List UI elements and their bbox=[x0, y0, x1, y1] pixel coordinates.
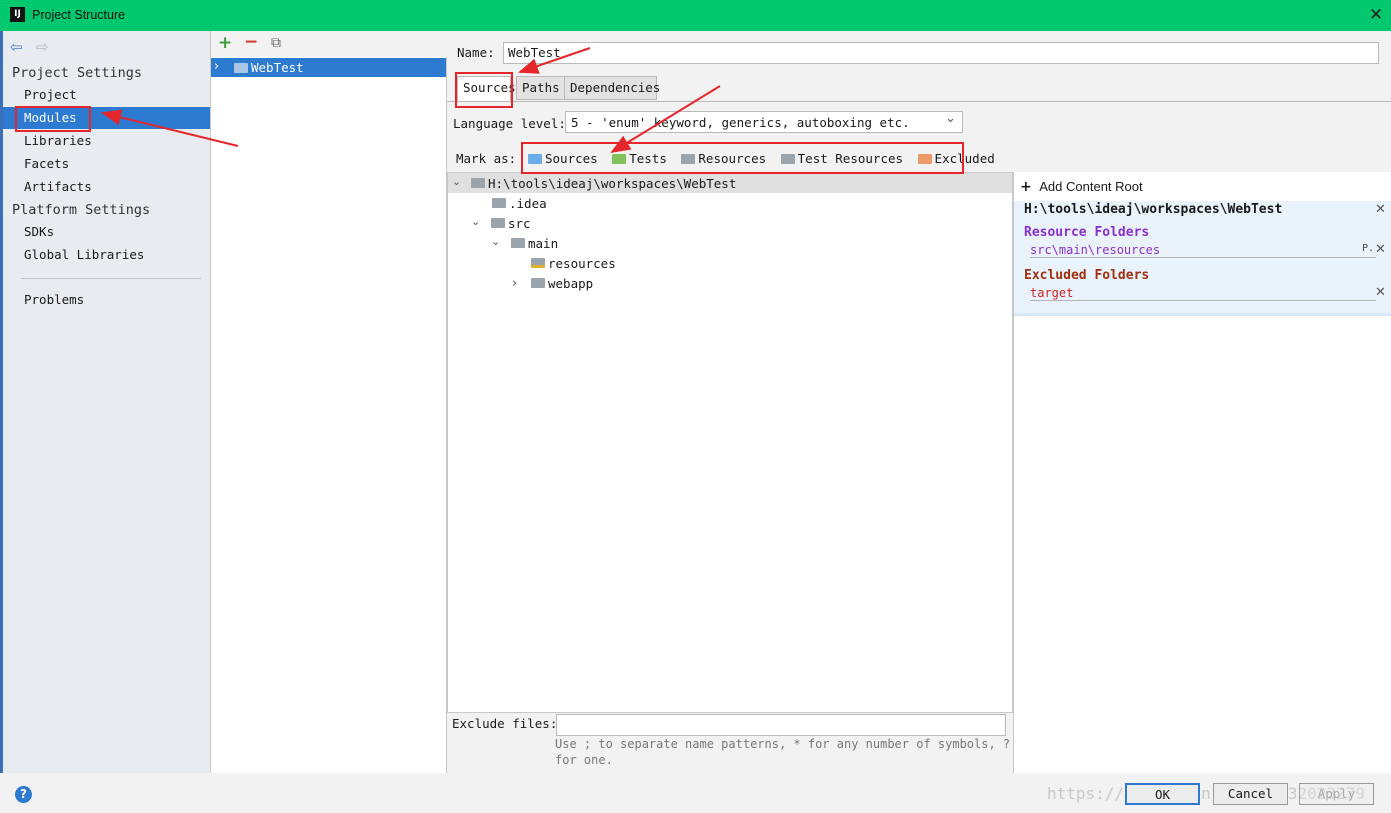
folder-properties-icon[interactable]: P. bbox=[1362, 243, 1374, 254]
content-root-block: H:\tools\ideaj\workspaces\WebTest ✕ Reso… bbox=[1014, 201, 1391, 313]
add-content-root-button[interactable]: + Add Content Root bbox=[1020, 179, 1143, 195]
mark-as-excluded-button[interactable]: Excluded bbox=[917, 151, 995, 166]
nav-divider bbox=[21, 278, 201, 279]
module-folder-icon bbox=[234, 63, 248, 73]
tree-node-webapp[interactable]: webapp bbox=[548, 276, 593, 291]
remove-module-icon[interactable]: − bbox=[244, 32, 258, 52]
mark-as-label: Mark as: bbox=[456, 151, 517, 166]
folder-icon bbox=[471, 178, 485, 188]
test-resources-folder-icon bbox=[780, 154, 795, 164]
content-root-path: H:\tools\ideaj\workspaces\WebTest bbox=[1024, 202, 1283, 217]
tab-sources[interactable]: Sources bbox=[457, 76, 516, 102]
title-bar: IJ Project Structure ✕ bbox=[0, 0, 1391, 31]
nav-item-libraries[interactable]: Libraries bbox=[24, 133, 92, 148]
sources-folder-icon bbox=[528, 154, 542, 164]
collapse-chevron-icon[interactable]: ⌄ bbox=[452, 175, 461, 188]
tree-node-resources[interactable]: resources bbox=[548, 256, 616, 271]
nav-item-artifacts[interactable]: Artifacts bbox=[24, 179, 92, 194]
language-level-value: 5 - 'enum' keyword, generics, autoboxing… bbox=[571, 115, 910, 130]
nav-item-modules-row[interactable]: Modules bbox=[3, 107, 210, 129]
content-root-separator bbox=[1014, 313, 1391, 316]
project-settings-header: Project Settings bbox=[12, 65, 143, 81]
intellij-logo-icon: IJ bbox=[10, 7, 25, 22]
mark-as-tests-button[interactable]: Tests bbox=[612, 151, 667, 166]
tree-node-idea[interactable]: .idea bbox=[509, 196, 547, 211]
nav-item-problems[interactable]: Problems bbox=[24, 292, 84, 307]
copy-module-icon[interactable]: ⧉ bbox=[271, 35, 281, 51]
module-settings-area: Name: WebTest Sources Paths Dependencies… bbox=[447, 31, 1391, 773]
forward-arrow-icon[interactable]: ⇨ bbox=[36, 38, 49, 56]
exclude-hint-line-2: for one. bbox=[555, 753, 613, 767]
settings-nav-panel: ⇦ ⇨ Project Settings Project Modules Lib… bbox=[3, 31, 211, 773]
nav-item-modules[interactable]: Modules bbox=[24, 110, 77, 125]
remove-excluded-folder-icon[interactable]: ✕ bbox=[1375, 285, 1386, 300]
folder-icon bbox=[492, 198, 506, 208]
module-row-webtest[interactable]: › WebTest bbox=[211, 58, 446, 77]
add-module-icon[interactable]: + bbox=[218, 33, 232, 53]
folder-icon bbox=[531, 278, 545, 288]
dialog-footer: ? https://blog.csdn.net/qq_32023279 OK C… bbox=[0, 773, 1391, 813]
remove-content-root-icon[interactable]: ✕ bbox=[1375, 202, 1386, 217]
collapse-chevron-icon[interactable]: ⌄ bbox=[471, 215, 480, 228]
mark-as-resources-button[interactable]: Resources bbox=[681, 151, 766, 166]
resource-folders-header: Resource Folders bbox=[1024, 225, 1150, 240]
tab-paths[interactable]: Paths bbox=[516, 76, 565, 100]
exclude-files-label: Exclude files: bbox=[452, 716, 558, 731]
nav-item-sdks[interactable]: SDKs bbox=[24, 224, 54, 239]
content-roots-panel: + Add Content Root H:\tools\ideaj\worksp… bbox=[1013, 172, 1391, 773]
platform-settings-header: Platform Settings bbox=[12, 202, 151, 218]
back-arrow-icon[interactable]: ⇦ bbox=[10, 38, 23, 56]
nav-item-global-libraries[interactable]: Global Libraries bbox=[24, 247, 144, 262]
ok-button[interactable]: OK bbox=[1125, 783, 1200, 805]
mark-as-toolbar: Sources Tests Resources Test Resources E… bbox=[528, 151, 995, 166]
excluded-folders-header: Excluded Folders bbox=[1024, 268, 1150, 283]
nav-item-facets[interactable]: Facets bbox=[24, 156, 69, 171]
close-window-button[interactable]: ✕ bbox=[1366, 4, 1386, 26]
module-name: WebTest bbox=[251, 60, 304, 75]
excluded-folder-entry[interactable]: target bbox=[1030, 286, 1376, 301]
tree-root-label: H:\tools\ideaj\workspaces\WebTest bbox=[488, 176, 737, 191]
mark-as-sources-button[interactable]: Sources bbox=[528, 151, 598, 166]
mark-as-test-resources-button[interactable]: Test Resources bbox=[780, 151, 903, 166]
language-level-select[interactable]: 5 - 'enum' keyword, generics, autoboxing… bbox=[565, 111, 963, 133]
expand-chevron-icon[interactable]: › bbox=[512, 276, 517, 291]
module-name-input[interactable]: WebTest bbox=[503, 42, 1379, 64]
tree-row-root[interactable]: ⌄ H:\tools\ideaj\workspaces\WebTest bbox=[448, 173, 1012, 193]
tree-node-src[interactable]: src bbox=[508, 216, 531, 231]
nav-item-project[interactable]: Project bbox=[24, 87, 77, 102]
source-tree: ⌄ H:\tools\ideaj\workspaces\WebTest .ide… bbox=[447, 172, 1013, 713]
window-title: Project Structure bbox=[32, 8, 126, 22]
module-list-panel: + − ⧉ › WebTest bbox=[211, 31, 447, 773]
apply-button[interactable]: Apply bbox=[1299, 783, 1374, 805]
folder-icon bbox=[491, 218, 505, 228]
exclude-files-input[interactable] bbox=[556, 714, 1006, 736]
exclude-hint-line-1: Use ; to separate name patterns, * for a… bbox=[555, 737, 1011, 751]
cancel-button[interactable]: Cancel bbox=[1213, 783, 1288, 805]
tree-node-main[interactable]: main bbox=[528, 236, 558, 251]
excluded-folder-icon bbox=[917, 154, 932, 164]
resources-folder-icon bbox=[531, 258, 545, 268]
name-label: Name: bbox=[457, 45, 495, 60]
tab-dependencies[interactable]: Dependencies bbox=[564, 76, 660, 100]
help-icon[interactable]: ? bbox=[15, 786, 32, 803]
resources-folder-icon bbox=[681, 154, 696, 164]
remove-resource-folder-icon[interactable]: ✕ bbox=[1375, 242, 1386, 257]
chevron-down-icon: ⌄ bbox=[945, 111, 956, 126]
tab-strip-underline bbox=[447, 101, 1391, 102]
tests-folder-icon bbox=[612, 154, 627, 164]
module-toolbar: + − ⧉ bbox=[211, 31, 447, 57]
expand-chevron-icon[interactable]: › bbox=[214, 59, 219, 74]
plus-icon: + bbox=[1020, 179, 1032, 195]
resource-folder-entry[interactable]: src\main\resources bbox=[1030, 243, 1376, 258]
collapse-chevron-icon[interactable]: ⌄ bbox=[491, 235, 500, 248]
folder-icon bbox=[511, 238, 525, 248]
language-level-label: Language level: bbox=[453, 116, 566, 131]
